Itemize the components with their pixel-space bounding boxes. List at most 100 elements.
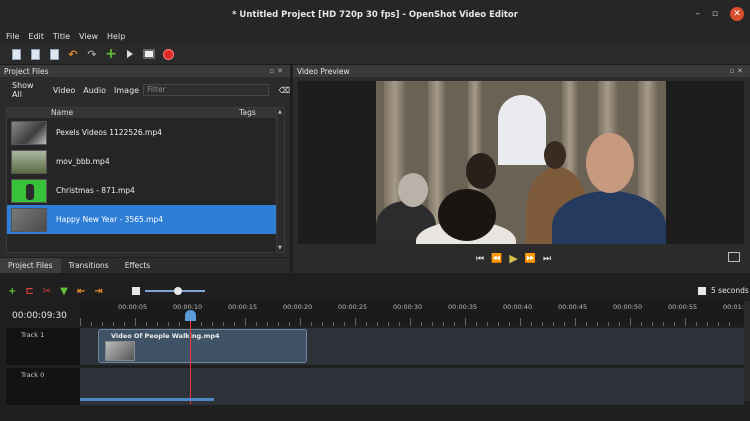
razor-icon[interactable]: ✂ [43,286,51,297]
play-icon[interactable] [124,48,136,60]
record-icon[interactable] [162,48,174,60]
menu-file[interactable]: File [6,30,19,44]
filter-video[interactable]: Video [53,86,75,95]
zoom-out-icon[interactable] [132,287,140,295]
ruler-tick [322,322,323,326]
ruler-tick [344,322,345,326]
file-name: mov_bbb.mp4 [56,157,110,166]
jump-start-icon[interactable]: ⏮ [476,254,484,264]
play-button[interactable]: ▶ [509,252,517,265]
menu-title[interactable]: Title [53,30,70,44]
zoom-slider-handle[interactable] [174,287,182,295]
close-button[interactable]: ✕ [730,7,744,21]
scroll-up-icon[interactable]: ▲ [278,109,282,115]
filter-show-all[interactable]: Show All [12,81,45,99]
panel-title: Project Files [4,66,49,76]
file-row[interactable]: Christmas - 871.mp4 [7,176,278,205]
ruler-tick [135,318,136,326]
filter-input[interactable]: Filter [143,84,269,96]
menu-view[interactable]: View [79,30,98,44]
file-table-scrollbar[interactable]: ▲ ▼ [276,108,284,252]
column-tags[interactable]: Tags [239,108,256,118]
track-header[interactable]: Track 0 [6,368,80,405]
undo-icon[interactable]: ↶ [67,48,79,61]
ruler-tick [685,318,686,326]
playhead-line[interactable] [190,318,191,404]
tab-project-files[interactable]: Project Files [0,258,61,273]
clear-filter-icon[interactable]: ⌫ [279,86,290,95]
file-row[interactable]: Pexels Videos 1122526.mp4 [7,118,278,147]
export-film-icon[interactable] [143,48,155,60]
ruler-tick [619,322,620,326]
ruler-tick [157,322,158,326]
ruler-tick [542,322,543,326]
previous-marker-icon[interactable]: ⇤ [77,286,85,297]
ruler-tick-label: 00:00:20 [283,303,313,311]
tab-transitions[interactable]: Transitions [61,258,117,273]
snap-icon[interactable]: ⊏ [25,286,33,297]
menu-help[interactable]: Help [107,30,125,44]
clip-name: Video Of People Walking.mp4 [111,332,220,340]
ruler-tick [333,322,334,326]
ruler-tick [729,322,730,326]
timeline-ruler[interactable]: 00:00:05 00:00:10 00:00:15 00:00:20 00:00:25… [80,301,750,326]
rewind-icon[interactable]: ⏪ [491,254,502,264]
video-scene-person [438,189,496,241]
ruler-tick [586,322,587,326]
filter-audio[interactable]: Audio [83,86,106,95]
ruler-tick-label: 00:00:40 [503,303,533,311]
ruler-tick [311,322,312,326]
file-row[interactable]: mov_bbb.mp4 [7,147,278,176]
video-frame[interactable] [376,81,666,244]
ruler-tick [388,322,389,326]
ruler-tick-label: 00:00:15 [228,303,258,311]
column-name[interactable]: Name [51,108,73,118]
minimize-button[interactable]: – [695,9,700,21]
ruler-tick [608,322,609,326]
add-marker-icon[interactable]: ▼ [60,286,68,297]
add-track-icon[interactable]: + [8,286,16,297]
ruler-tick [454,322,455,326]
ruler-tick [487,322,488,326]
ruler-tick [509,322,510,326]
panel-controls-icon[interactable]: ▫✕ [729,67,746,75]
jump-end-icon[interactable]: ⏭ [543,254,551,264]
ruler-tick-label: 00:00:35 [448,303,478,311]
next-marker-icon[interactable]: ⇥ [94,286,102,297]
ruler-tick [223,322,224,326]
letterbox-right [666,81,744,244]
panel-controls-icon[interactable]: ▫✕ [269,67,286,75]
timeline-vertical-scrollbar[interactable] [744,301,750,401]
track-header[interactable]: Track 1 [6,328,80,365]
ruler-tick [663,322,664,326]
ruler-tick [267,322,268,326]
file-thumbnail [11,178,47,203]
timeline-clip[interactable]: Video Of People Walking.mp4 [98,329,307,363]
timeline-horizontal-scrollbar[interactable] [80,398,214,401]
maximize-button[interactable]: ▫ [712,9,718,21]
ruler-tick [377,322,378,326]
tab-effects[interactable]: Effects [117,258,159,273]
import-files-icon[interactable]: + [105,46,117,62]
redo-icon[interactable]: ↷ [86,48,98,61]
ruler-tick [366,322,367,326]
project-files-header: Project Files ▫✕ [0,65,290,77]
file-name: Pexels Videos 1122526.mp4 [56,128,162,137]
window-title: * Untitled Project [HD 720p 30 fps] - Op… [232,10,518,20]
ruler-tick [113,322,114,326]
filter-image[interactable]: Image [114,86,139,95]
menu-edit[interactable]: Edit [28,30,44,44]
zoom-in-icon[interactable] [698,287,706,295]
open-project-icon[interactable] [29,48,41,60]
ruler-tick [630,318,631,326]
fullscreen-icon[interactable] [728,252,740,262]
fast-forward-icon[interactable]: ⏩ [525,254,536,264]
save-project-icon[interactable] [48,48,60,60]
ruler-tick [91,322,92,326]
project-files-tabs: Project Files Transitions Effects [0,258,290,273]
file-row-selected[interactable]: Happy New Year - 3565.mp4 [7,205,278,234]
file-name: Happy New Year - 3565.mp4 [56,215,163,224]
scroll-down-icon[interactable]: ▼ [278,245,282,251]
new-project-icon[interactable] [10,48,22,60]
playhead-handle[interactable] [185,310,196,321]
